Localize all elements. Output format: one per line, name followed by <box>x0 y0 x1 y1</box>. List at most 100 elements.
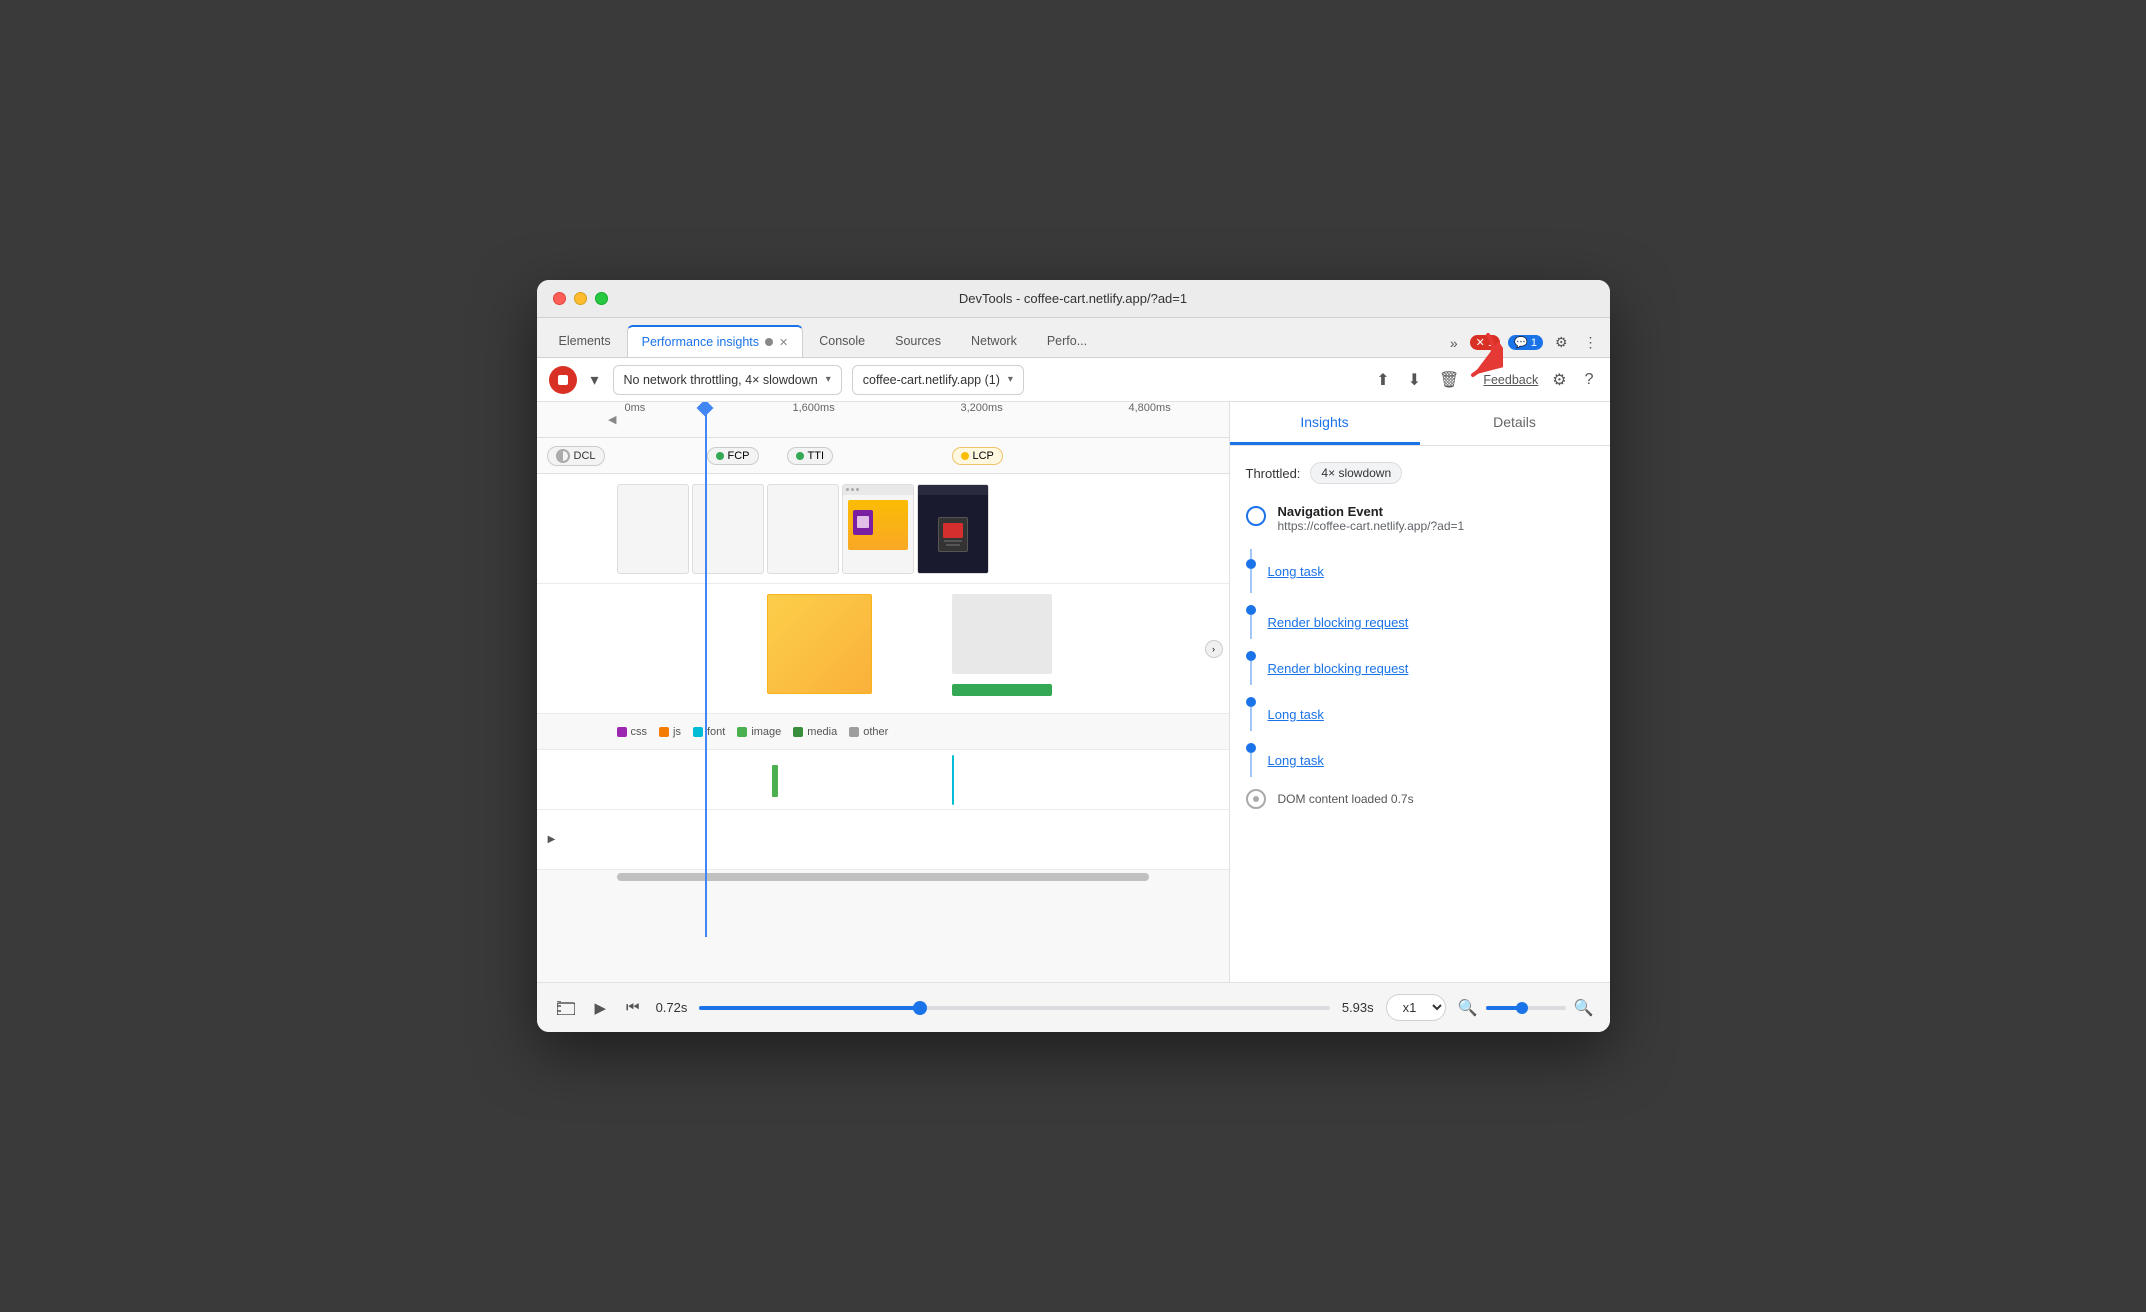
scrollbar-thumb <box>617 873 1149 881</box>
record-button[interactable] <box>549 366 577 394</box>
filmstrip-frame-3 <box>767 484 839 574</box>
lcp-frame-content <box>843 485 913 573</box>
legend-js: js <box>659 726 681 738</box>
record-dot-icon <box>558 375 568 385</box>
long-task-2-link[interactable]: Long task <box>1268 707 1324 722</box>
zoom-out-icon[interactable]: 🔍 <box>1458 998 1478 1018</box>
line-top-1 <box>1250 549 1252 559</box>
render-blocking-2-link[interactable]: Render blocking request <box>1268 661 1409 676</box>
legend-image-label: image <box>751 726 781 738</box>
url-arrow-icon: ▾ <box>1008 374 1013 385</box>
line-bottom-3 <box>1250 661 1252 685</box>
expand-left-button[interactable]: ▶ <box>537 834 567 845</box>
close-tab-icon[interactable]: ✕ <box>779 336 788 349</box>
time-slider-track <box>699 1006 1329 1010</box>
tab-performance-insights-label: Performance insights <box>642 335 759 349</box>
minimize-button[interactable] <box>574 292 587 305</box>
dark-product-line-2 <box>946 544 960 546</box>
legend-other: other <box>849 726 888 738</box>
more-tabs-button[interactable]: » <box>1446 333 1462 353</box>
frame-dot-1 <box>846 488 849 491</box>
dot-4 <box>1246 697 1256 707</box>
devtools-window: DevTools - coffee-cart.netlify.app/?ad=1… <box>537 280 1610 1032</box>
tab-details[interactable]: Details <box>1420 402 1610 445</box>
feedback-link[interactable]: Feedback <box>1483 373 1538 387</box>
frame-dot-3 <box>856 488 859 491</box>
export-button[interactable]: ⬆ <box>1372 366 1393 394</box>
tab-sources[interactable]: Sources <box>881 325 955 357</box>
zoom-section: 🔍 🔍 <box>1458 998 1594 1018</box>
fcp-dot <box>716 452 724 460</box>
timestamp-0: 0ms <box>625 402 646 414</box>
timestamp-3200: 3,200ms <box>961 402 1003 414</box>
timestamp-1600: 1,600ms <box>793 402 835 414</box>
tab-console[interactable]: Console <box>805 325 879 357</box>
zoom-slider-thumb[interactable] <box>1516 1002 1528 1014</box>
time-slider-thumb[interactable] <box>913 1001 927 1015</box>
render-blocking-1-link[interactable]: Render blocking request <box>1268 615 1409 630</box>
main-area: ◀ 0ms 1,600ms 3,200ms 4,800ms DCL <box>537 402 1610 982</box>
dot-1 <box>1246 559 1256 569</box>
orange-block <box>767 594 872 694</box>
toolbar-right-actions: ⬆ ⬇ 🗑 Feedback ⚙ ? <box>1372 366 1597 394</box>
tab-elements[interactable]: Elements <box>545 325 625 357</box>
legend-css: css <box>617 726 648 738</box>
legend-media-label: media <box>807 726 837 738</box>
throttle-arrow-icon: ▾ <box>826 374 831 385</box>
dark-frame-content <box>918 485 988 573</box>
throttled-label: Throttled: <box>1246 466 1301 481</box>
nav-event-text: Navigation Event https://coffee-cart.net… <box>1278 504 1465 533</box>
tab-insights[interactable]: Insights <box>1230 402 1420 445</box>
tab-network[interactable]: Network <box>957 325 1031 357</box>
url-dropdown[interactable]: coffee-cart.netlify.app (1) ▾ <box>852 365 1024 395</box>
dot-2 <box>1246 605 1256 615</box>
toolbar: ▾ No network throttling, 4× slowdown ▾ c… <box>537 358 1610 402</box>
legend-css-color <box>617 727 627 737</box>
settings-gear-button[interactable]: ⚙ <box>1548 366 1570 394</box>
filmstrip-row <box>537 474 1229 584</box>
more-options-button[interactable]: ⋮ <box>1580 332 1602 353</box>
tab-performance-insights[interactable]: Performance insights ✕ <box>627 325 804 357</box>
help-button[interactable]: ? <box>1581 367 1598 393</box>
markers-row: DCL FCP TTI LCP <box>537 438 1229 474</box>
connector-2 <box>1246 605 1256 639</box>
nav-event-url: https://coffee-cart.netlify.app/?ad=1 <box>1278 519 1465 533</box>
speed-select[interactable]: x1 <box>1386 994 1446 1021</box>
maximize-button[interactable] <box>595 292 608 305</box>
tab-performance[interactable]: Perfo... <box>1033 325 1101 357</box>
dropdown-arrow-button[interactable]: ▾ <box>587 366 603 394</box>
dom-content-loaded-item: DOM content loaded 0.7s <box>1246 789 1594 809</box>
throttle-dropdown[interactable]: No network throttling, 4× slowdown ▾ <box>613 365 842 395</box>
dcl-marker: DCL <box>547 446 605 466</box>
close-button[interactable] <box>553 292 566 305</box>
skip-to-start-button[interactable]: ⏮ <box>622 995 644 1020</box>
filmstrip-frame-2 <box>692 484 764 574</box>
insights-content: Throttled: 4× slowdown Navigation Event … <box>1230 446 1610 982</box>
long-task-1-link[interactable]: Long task <box>1268 564 1324 579</box>
settings-button[interactable]: ⚙ <box>1551 332 1572 353</box>
timeline-scrollbar[interactable] <box>617 873 1149 881</box>
lcp-label: LCP <box>973 450 994 462</box>
screenshot-toggle-button[interactable] <box>553 997 579 1019</box>
time-slider-container[interactable] <box>699 1006 1329 1010</box>
tab-network-label: Network <box>971 334 1017 348</box>
screenshot-icon <box>557 1001 575 1015</box>
tab-bar: Elements Performance insights ✕ Console … <box>537 318 1610 358</box>
expand-row-button[interactable]: › <box>1205 640 1223 658</box>
nav-circle-icon <box>1246 506 1266 526</box>
timeline-panel: ◀ 0ms 1,600ms 3,200ms 4,800ms DCL <box>537 402 1230 982</box>
network-bar-teal <box>952 755 954 805</box>
frame-body <box>843 495 913 573</box>
zoom-slider[interactable] <box>1486 1006 1566 1010</box>
tab-performance-label: Perfo... <box>1047 334 1087 348</box>
long-task-3-link[interactable]: Long task <box>1268 753 1324 768</box>
expand-left-icon: ◀ <box>608 413 616 426</box>
play-button[interactable]: ▶ <box>591 995 611 1021</box>
throttled-badge: 4× slowdown <box>1310 462 1402 484</box>
grey-block <box>952 594 1052 674</box>
download-button[interactable]: ⬇ <box>1404 366 1425 394</box>
zoom-in-icon[interactable]: 🔍 <box>1574 998 1594 1018</box>
delete-button[interactable]: 🗑 <box>1435 366 1463 394</box>
line-bottom-2 <box>1250 615 1252 639</box>
line-bottom-5 <box>1250 753 1252 777</box>
